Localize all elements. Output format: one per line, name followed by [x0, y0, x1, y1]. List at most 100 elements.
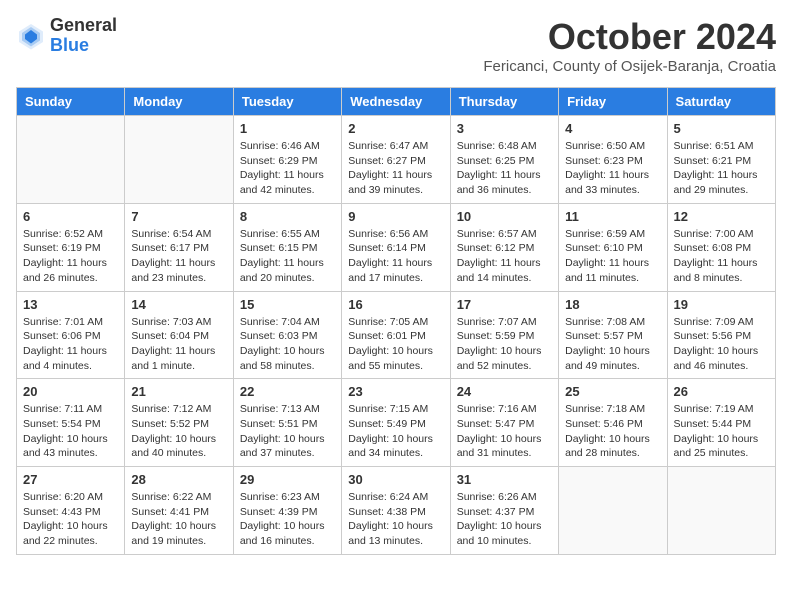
- day-info: Sunrise: 7:18 AM Sunset: 5:46 PM Dayligh…: [565, 402, 660, 461]
- day-info: Sunrise: 7:12 AM Sunset: 5:52 PM Dayligh…: [131, 402, 226, 461]
- day-number: 19: [674, 297, 769, 312]
- day-info: Sunrise: 7:13 AM Sunset: 5:51 PM Dayligh…: [240, 402, 335, 461]
- day-number: 1: [240, 121, 335, 136]
- day-info: Sunrise: 7:04 AM Sunset: 6:03 PM Dayligh…: [240, 315, 335, 374]
- day-number: 13: [23, 297, 118, 312]
- weekday-header: Thursday: [450, 88, 558, 116]
- day-info: Sunrise: 6:26 AM Sunset: 4:37 PM Dayligh…: [457, 490, 552, 549]
- day-info: Sunrise: 7:19 AM Sunset: 5:44 PM Dayligh…: [674, 402, 769, 461]
- calendar-day-cell: 4 Sunrise: 6:50 AM Sunset: 6:23 PM Daylig…: [559, 116, 667, 204]
- calendar-day-cell: 31 Sunrise: 6:26 AM Sunset: 4:37 PM Dayli…: [450, 467, 558, 555]
- day-info: Sunrise: 7:09 AM Sunset: 5:56 PM Dayligh…: [674, 315, 769, 374]
- calendar-day-cell: 24 Sunrise: 7:16 AM Sunset: 5:47 PM Dayli…: [450, 379, 558, 467]
- title-block: October 2024 Fericanci, County of Osijek…: [483, 16, 776, 75]
- calendar-day-cell: 8 Sunrise: 6:55 AM Sunset: 6:15 PM Daylig…: [233, 203, 341, 291]
- weekday-header: Saturday: [667, 88, 775, 116]
- calendar-day-cell: 7Sunrise: 6:54 AM Sunset: 6:17 PM Daylig…: [125, 203, 233, 291]
- day-info: Sunrise: 6:57 AM Sunset: 6:12 PM Dayligh…: [457, 227, 552, 286]
- calendar-week-row: 20Sunrise: 7:11 AM Sunset: 5:54 PM Dayli…: [17, 379, 776, 467]
- calendar-day-cell: 25 Sunrise: 7:18 AM Sunset: 5:46 PM Dayli…: [559, 379, 667, 467]
- calendar-day-cell: 19 Sunrise: 7:09 AM Sunset: 5:56 PM Dayli…: [667, 291, 775, 379]
- day-number: 2: [348, 121, 443, 136]
- day-info: Sunrise: 6:50 AM Sunset: 6:23 PM Dayligh…: [565, 139, 660, 198]
- calendar-day-cell: 10 Sunrise: 6:57 AM Sunset: 6:12 PM Dayli…: [450, 203, 558, 291]
- day-info: Sunrise: 7:15 AM Sunset: 5:49 PM Dayligh…: [348, 402, 443, 461]
- calendar-header-row: SundayMondayTuesdayWednesdayThursdayFrid…: [17, 88, 776, 116]
- day-number: 11: [565, 209, 660, 224]
- day-number: 6: [23, 209, 118, 224]
- calendar-day-cell: [667, 467, 775, 555]
- calendar-day-cell: 21 Sunrise: 7:12 AM Sunset: 5:52 PM Dayli…: [125, 379, 233, 467]
- day-number: 26: [674, 384, 769, 399]
- day-info: Sunrise: 6:23 AM Sunset: 4:39 PM Dayligh…: [240, 490, 335, 549]
- weekday-header: Friday: [559, 88, 667, 116]
- day-info: Sunrise: 6:20 AM Sunset: 4:43 PM Dayligh…: [23, 490, 118, 549]
- day-info: Sunrise: 6:56 AM Sunset: 6:14 PM Dayligh…: [348, 227, 443, 286]
- day-number: 15: [240, 297, 335, 312]
- day-number: 8: [240, 209, 335, 224]
- calendar-day-cell: 14 Sunrise: 7:03 AM Sunset: 6:04 PM Dayli…: [125, 291, 233, 379]
- day-number: 24: [457, 384, 552, 399]
- calendar-day-cell: 18Sunrise: 7:08 AM Sunset: 5:57 PM Dayli…: [559, 291, 667, 379]
- logo-icon: [16, 21, 46, 51]
- weekday-header: Wednesday: [342, 88, 450, 116]
- day-info: Sunrise: 6:52 AM Sunset: 6:19 PM Dayligh…: [23, 227, 118, 286]
- weekday-header: Tuesday: [233, 88, 341, 116]
- calendar-day-cell: 1 Sunrise: 6:46 AM Sunset: 6:29 PM Daylig…: [233, 116, 341, 204]
- calendar-week-row: 27 Sunrise: 6:20 AM Sunset: 4:43 PM Dayli…: [17, 467, 776, 555]
- weekday-header: Monday: [125, 88, 233, 116]
- calendar-day-cell: 28Sunrise: 6:22 AM Sunset: 4:41 PM Dayli…: [125, 467, 233, 555]
- page-header: General Blue October 2024 Fericanci, Cou…: [16, 16, 776, 75]
- day-info: Sunrise: 6:51 AM Sunset: 6:21 PM Dayligh…: [674, 139, 769, 198]
- day-number: 18: [565, 297, 660, 312]
- day-number: 4: [565, 121, 660, 136]
- day-number: 25: [565, 384, 660, 399]
- day-number: 23: [348, 384, 443, 399]
- day-info: Sunrise: 6:48 AM Sunset: 6:25 PM Dayligh…: [457, 139, 552, 198]
- calendar-day-cell: 13 Sunrise: 7:01 AM Sunset: 6:06 PM Dayli…: [17, 291, 125, 379]
- location: Fericanci, County of Osijek-Baranja, Cro…: [483, 58, 776, 75]
- day-info: Sunrise: 7:16 AM Sunset: 5:47 PM Dayligh…: [457, 402, 552, 461]
- day-info: Sunrise: 6:46 AM Sunset: 6:29 PM Dayligh…: [240, 139, 335, 198]
- day-number: 5: [674, 121, 769, 136]
- calendar-day-cell: 3 Sunrise: 6:48 AM Sunset: 6:25 PM Daylig…: [450, 116, 558, 204]
- calendar-day-cell: [17, 116, 125, 204]
- calendar-table: SundayMondayTuesdayWednesdayThursdayFrid…: [16, 87, 776, 555]
- day-info: Sunrise: 6:47 AM Sunset: 6:27 PM Dayligh…: [348, 139, 443, 198]
- calendar-week-row: 13 Sunrise: 7:01 AM Sunset: 6:06 PM Dayli…: [17, 291, 776, 379]
- day-info: Sunrise: 7:11 AM Sunset: 5:54 PM Dayligh…: [23, 402, 118, 461]
- calendar-day-cell: 16Sunrise: 7:05 AM Sunset: 6:01 PM Dayli…: [342, 291, 450, 379]
- calendar-day-cell: 5 Sunrise: 6:51 AM Sunset: 6:21 PM Daylig…: [667, 116, 775, 204]
- day-number: 14: [131, 297, 226, 312]
- calendar-day-cell: 29 Sunrise: 6:23 AM Sunset: 4:39 PM Dayli…: [233, 467, 341, 555]
- day-info: Sunrise: 7:07 AM Sunset: 5:59 PM Dayligh…: [457, 315, 552, 374]
- day-info: Sunrise: 7:01 AM Sunset: 6:06 PM Dayligh…: [23, 315, 118, 374]
- day-number: 22: [240, 384, 335, 399]
- day-number: 31: [457, 472, 552, 487]
- day-number: 29: [240, 472, 335, 487]
- day-info: Sunrise: 7:03 AM Sunset: 6:04 PM Dayligh…: [131, 315, 226, 374]
- day-number: 21: [131, 384, 226, 399]
- calendar-day-cell: 9Sunrise: 6:56 AM Sunset: 6:14 PM Daylig…: [342, 203, 450, 291]
- month-title: October 2024: [483, 16, 776, 58]
- calendar-day-cell: 30Sunrise: 6:24 AM Sunset: 4:38 PM Dayli…: [342, 467, 450, 555]
- day-number: 10: [457, 209, 552, 224]
- day-info: Sunrise: 6:22 AM Sunset: 4:41 PM Dayligh…: [131, 490, 226, 549]
- calendar-week-row: 6 Sunrise: 6:52 AM Sunset: 6:19 PM Daylig…: [17, 203, 776, 291]
- day-info: Sunrise: 6:24 AM Sunset: 4:38 PM Dayligh…: [348, 490, 443, 549]
- calendar-day-cell: 23 Sunrise: 7:15 AM Sunset: 5:49 PM Dayli…: [342, 379, 450, 467]
- day-info: Sunrise: 7:05 AM Sunset: 6:01 PM Dayligh…: [348, 315, 443, 374]
- calendar-day-cell: 22 Sunrise: 7:13 AM Sunset: 5:51 PM Dayli…: [233, 379, 341, 467]
- day-info: Sunrise: 6:55 AM Sunset: 6:15 PM Dayligh…: [240, 227, 335, 286]
- weekday-header: Sunday: [17, 88, 125, 116]
- day-info: Sunrise: 7:00 AM Sunset: 6:08 PM Dayligh…: [674, 227, 769, 286]
- day-number: 27: [23, 472, 118, 487]
- calendar-day-cell: 15 Sunrise: 7:04 AM Sunset: 6:03 PM Dayli…: [233, 291, 341, 379]
- day-number: 7: [131, 209, 226, 224]
- logo: General Blue: [16, 16, 117, 56]
- day-number: 17: [457, 297, 552, 312]
- day-number: 3: [457, 121, 552, 136]
- calendar-day-cell: 6 Sunrise: 6:52 AM Sunset: 6:19 PM Daylig…: [17, 203, 125, 291]
- calendar-day-cell: 20Sunrise: 7:11 AM Sunset: 5:54 PM Dayli…: [17, 379, 125, 467]
- calendar-day-cell: 2 Sunrise: 6:47 AM Sunset: 6:27 PM Daylig…: [342, 116, 450, 204]
